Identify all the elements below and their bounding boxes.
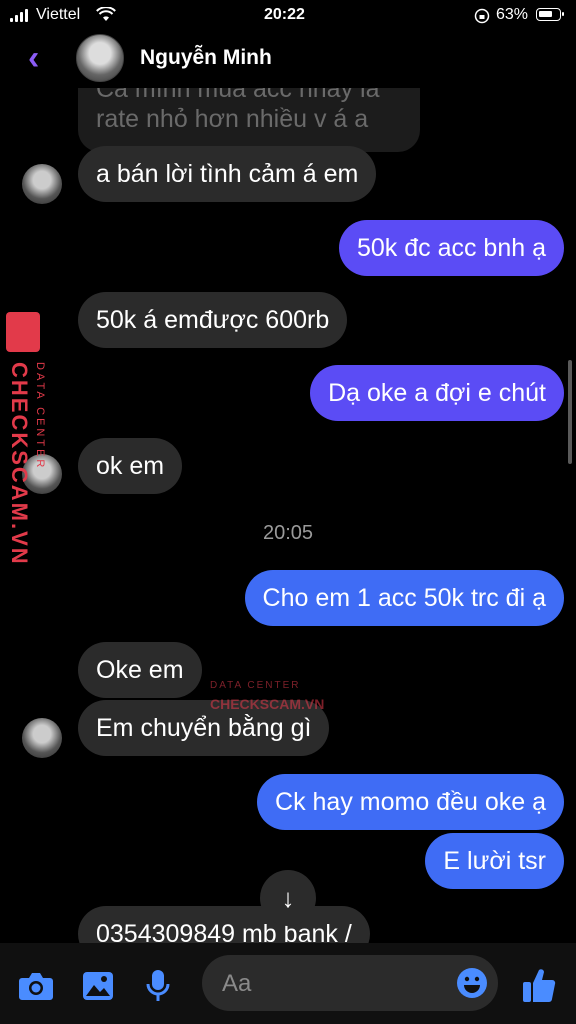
clock-time: 20:22 [264,6,305,23]
message-bubble-incoming[interactable]: 0354309849 mb bank / [78,906,370,943]
message-timestamp: 20:05 [262,522,314,544]
wifi-icon [96,7,116,21]
message-bubble-outgoing[interactable]: Dạ oke a đợi e chút [310,365,564,421]
microphone-icon[interactable] [146,969,170,1003]
signal-icon [10,9,28,22]
watermark-sub: DATA CENTER [210,680,301,691]
watermark-brand: CHECKSCAM.VN [7,362,32,566]
message-bubble-outgoing[interactable]: 50k đc acc bnh ạ [338,220,564,276]
thumbs-up-icon[interactable] [522,967,556,1003]
message-text: Oke em [96,656,184,684]
scrollbar[interactable] [568,360,572,464]
message-text: Em chuyển bằng gì [96,714,312,742]
contact-avatar[interactable] [76,34,124,82]
message-input[interactable] [220,967,444,1001]
status-bar: Viettel 20:22 63% [0,0,576,32]
sender-avatar[interactable] [22,718,62,758]
watermark-lock-icon [6,312,40,352]
message-composer[interactable] [202,955,498,1011]
emoji-icon[interactable] [456,967,488,999]
contact-name[interactable]: Nguyễn Minh [140,46,272,70]
scroll-down-arrow-icon[interactable]: ↓ [260,870,316,926]
message-bubble-incoming[interactable]: Oke em [78,642,202,698]
battery-icon [536,8,564,21]
message-text: Dạ oke a đợi e chút [328,379,546,407]
message-text: E lười tsr [443,847,546,875]
watermark-sub: DATA CENTER [34,362,46,471]
back-chevron-icon[interactable]: ‹ [28,38,39,78]
message-bubble-incoming[interactable]: ok em [78,438,183,494]
composer-bar [0,943,576,1024]
message-bubble-outgoing[interactable]: Ck hay momo đều oke ạ [257,774,564,830]
message-text: Ck hay momo đều oke ạ [275,788,546,816]
battery-percent: 63% [496,6,529,23]
carrier-name: Viettel [36,6,81,23]
message-bubble-outgoing[interactable]: E lười tsr [425,833,564,889]
watermark-brand: CHECKSCAM.VN [210,696,325,712]
message-text: a bán lời tình cảm á em [96,160,359,188]
message-text: Cho em 1 acc 50k trc đi ạ [262,584,546,612]
message-bubble-outgoing[interactable]: Cho em 1 acc 50k trc đi ạ [244,570,564,626]
message-text: ok em [96,452,165,480]
camera-icon[interactable] [18,971,54,1001]
rotation-lock-icon [474,8,490,24]
chat-header: ‹ Nguyễn Minh [0,32,576,88]
message-text: 0354309849 mb bank / [96,920,352,943]
photo-gallery-icon[interactable] [82,971,114,1001]
message-bubble-incoming[interactable]: a bán lời tình cảm á em [78,146,377,202]
message-bubble-incoming[interactable]: 50k á emđược 600rb [78,292,348,348]
sender-avatar[interactable] [22,164,62,204]
message-text: 50k á emđược 600rb [96,306,330,334]
message-list[interactable]: Cá mình mua acc nhay là rate nhỏ hơn nhi… [0,88,576,943]
message-text: 50k đc acc bnh ạ [356,234,546,262]
message-text: rate nhỏ hơn nhiều v á a [96,105,369,133]
message-text: Cá mình mua acc nhay là [96,88,380,103]
message-bubble-incoming[interactable]: Cá mình mua acc nhay là rate nhỏ hơn nhi… [78,88,420,152]
